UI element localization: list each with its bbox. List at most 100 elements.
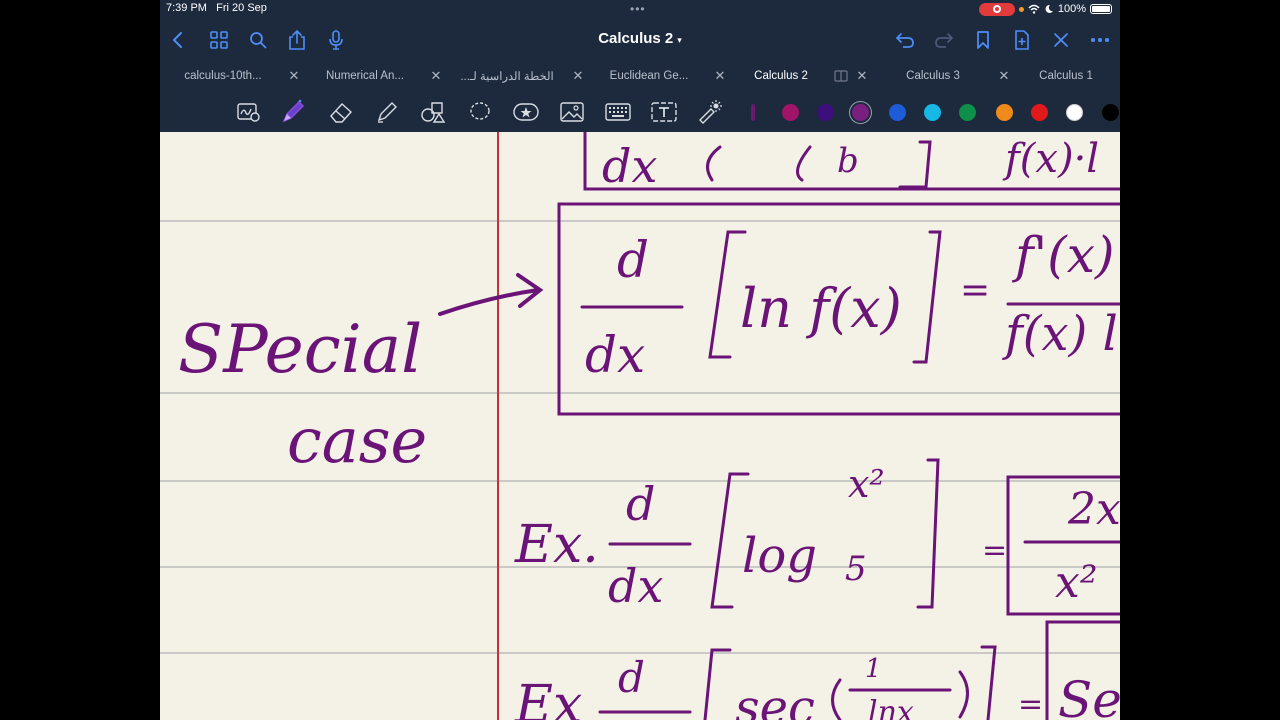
formula-rhs-denominator: f(x) l xyxy=(1002,306,1118,362)
tab-calculus-10th[interactable]: calculus-10th... ✕ xyxy=(160,62,302,90)
tab-close-icon[interactable]: ✕ xyxy=(286,68,302,84)
tab-calculus-2[interactable]: Calculus 2 ✕ xyxy=(728,62,870,90)
color-swatch[interactable] xyxy=(1102,104,1119,121)
formula-d: d xyxy=(617,231,649,289)
mic-indicator-icon xyxy=(1018,6,1024,12)
ipad-screen: 7:39 PM Fri 20 Sep ••• 100% Calculus 2 ▾… xyxy=(160,0,1120,720)
tab-euclidean-geometry[interactable]: Euclidean Ge... ✕ xyxy=(586,62,728,90)
formula-body: ln f(x) xyxy=(740,277,902,340)
color-swatch[interactable] xyxy=(782,104,799,121)
status-date: Fri 20 Sep xyxy=(216,2,267,14)
battery-percentage: 100% xyxy=(1057,3,1086,15)
example2-d: d xyxy=(618,653,645,702)
bracket-close xyxy=(912,230,942,364)
bookmark-icon[interactable] xyxy=(971,28,995,52)
formula-top-bound: b xyxy=(837,141,859,181)
share-icon[interactable] xyxy=(285,28,309,52)
thumbnails-icon[interactable] xyxy=(207,28,231,52)
add-page-icon[interactable] xyxy=(1010,28,1034,52)
paren-close xyxy=(958,670,969,719)
split-view-icon[interactable] xyxy=(834,70,848,82)
search-icon[interactable] xyxy=(246,28,270,52)
tab-close-icon[interactable]: ✕ xyxy=(996,68,1012,84)
bracket-open xyxy=(703,648,732,720)
tab-close-icon[interactable]: ✕ xyxy=(570,68,586,84)
handwriting-to-text-icon[interactable] xyxy=(235,98,263,126)
formula-equals: = xyxy=(960,270,990,311)
tab-numerical-analysis[interactable]: Numerical An... ✕ xyxy=(302,62,444,90)
keyboard-icon[interactable] xyxy=(604,98,632,126)
moon-icon xyxy=(1045,4,1053,13)
image-icon[interactable] xyxy=(558,98,586,126)
example1-exponent: x² xyxy=(848,462,885,506)
battery-icon xyxy=(1090,4,1112,14)
drawing-toolbar xyxy=(160,92,1120,132)
status-bar-left: 7:39 PM Fri 20 Sep xyxy=(166,2,267,16)
example1-base: 5 xyxy=(845,549,867,589)
status-time: 7:39 PM xyxy=(166,2,207,14)
tab-close-icon[interactable]: ✕ xyxy=(428,68,444,84)
laser-pointer-icon[interactable] xyxy=(696,98,724,126)
color-swatch[interactable] xyxy=(751,104,755,121)
screen-recording-icon xyxy=(978,2,1015,16)
color-swatch[interactable] xyxy=(924,104,941,121)
wifi-icon xyxy=(1028,4,1040,14)
undo-icon[interactable] xyxy=(893,28,917,52)
formula-rhs-numerator: f'(x) xyxy=(1011,226,1114,284)
pen-icon[interactable] xyxy=(279,98,307,126)
handwritten-notes: dx b f(x)·l SPecial case d dx ln f(x) = f'(x) f(x)… xyxy=(178,132,1120,720)
paren-stroke xyxy=(796,145,812,182)
sticker-icon[interactable] xyxy=(512,98,540,126)
color-swatch[interactable] xyxy=(852,104,869,121)
example1-prefix: Ex. xyxy=(514,515,599,575)
example2-prefix: Ex xyxy=(514,675,582,720)
back-icon[interactable] xyxy=(166,28,190,52)
example2-inner-numerator: 1 xyxy=(865,654,882,684)
highlighter-icon[interactable] xyxy=(373,98,401,126)
example1-d: d xyxy=(626,477,655,531)
redo-icon[interactable] xyxy=(932,28,956,52)
app-toolbar: 7:39 PM Fri 20 Sep ••• 100% Calculus 2 ▾… xyxy=(160,0,1120,132)
shapes-icon[interactable] xyxy=(419,98,447,126)
tab-close-icon[interactable]: ✕ xyxy=(712,68,728,84)
example2-inner-denominator: lnx xyxy=(868,695,914,720)
multitasking-dots-icon[interactable]: ••• xyxy=(630,2,646,16)
formula-top-rhs: f(x)·l xyxy=(1002,136,1099,182)
text-box-icon[interactable] xyxy=(650,98,678,126)
bracket-close xyxy=(980,645,997,720)
formula-top-dx: dx xyxy=(602,139,657,193)
example2-equals: = xyxy=(1018,687,1043,720)
special-label: SPecial xyxy=(178,311,422,388)
lasso-icon[interactable] xyxy=(466,98,494,126)
tab-study-plan[interactable]: الخطة الدراسية لـ... ✕ xyxy=(444,62,586,90)
close-icon[interactable] xyxy=(1049,28,1073,52)
document-tabs: calculus-10th... ✕ Numerical An... ✕ الخطة… xyxy=(160,62,1120,90)
eraser-icon[interactable] xyxy=(327,98,355,126)
example1-dx: dx xyxy=(608,559,663,613)
document-title[interactable]: Calculus 2 ▾ xyxy=(540,30,740,47)
microphone-icon[interactable] xyxy=(324,28,348,52)
example2-answer: Se xyxy=(1058,671,1120,720)
tab-close-icon[interactable]: ✕ xyxy=(854,68,870,84)
more-icon[interactable] xyxy=(1088,28,1112,52)
color-swatch[interactable] xyxy=(817,104,834,121)
chevron-down-icon: ▾ xyxy=(677,35,682,45)
status-bar-right: 100% xyxy=(978,2,1112,16)
color-swatch[interactable] xyxy=(889,104,906,121)
navigation-row: Calculus 2 ▾ xyxy=(160,24,1120,56)
paren-open xyxy=(831,678,842,720)
color-swatch[interactable] xyxy=(996,104,1013,121)
notebook-page[interactable]: dx b f(x)·l SPecial case d dx ln f(x) = f'(x) f(x)… xyxy=(160,132,1120,720)
example1-log: log xyxy=(742,528,817,584)
tab-calculus-3[interactable]: Calculus 3 ✕ xyxy=(870,62,1012,90)
color-swatch[interactable] xyxy=(959,104,976,121)
example1-answer-denominator: x² xyxy=(1055,557,1097,608)
example2-body: sec xyxy=(735,680,815,720)
color-swatch[interactable] xyxy=(1066,104,1083,121)
color-swatch[interactable] xyxy=(1031,104,1048,121)
bracket-close xyxy=(916,458,940,609)
formula-dx: dx xyxy=(585,326,645,384)
bracket-close xyxy=(898,140,932,189)
tab-calculus-1[interactable]: Calculus 1 xyxy=(1012,62,1120,90)
example1-answer-numerator: 2x xyxy=(1067,484,1120,535)
